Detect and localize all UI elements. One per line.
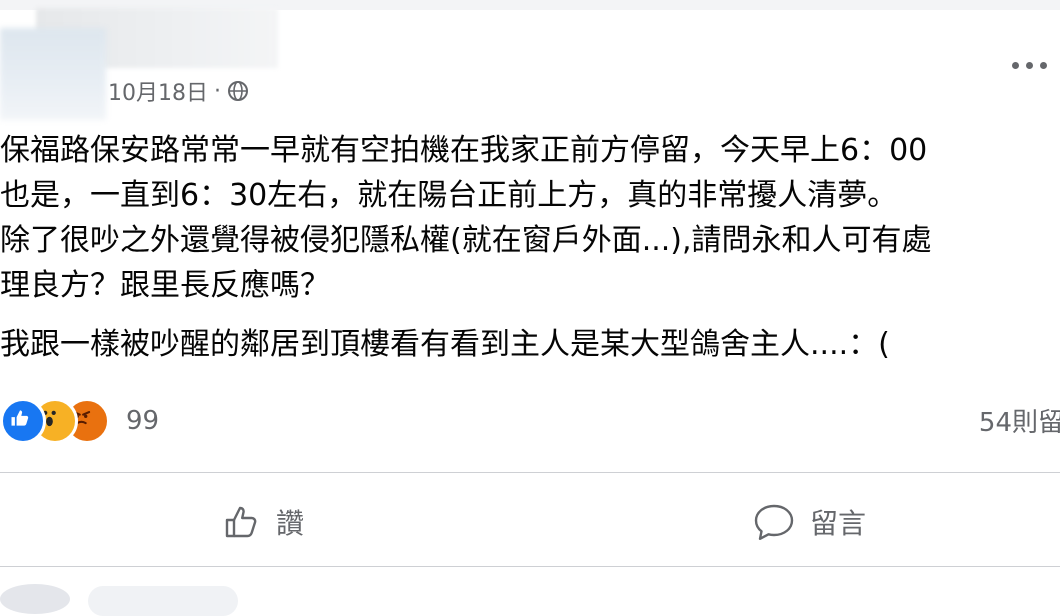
like-label: 讚 xyxy=(276,507,305,540)
divider-top xyxy=(0,472,1060,473)
thumbs-up-icon xyxy=(225,506,257,538)
reaction-count[interactable]: 99 xyxy=(126,406,159,436)
speech-bubble-icon xyxy=(754,504,794,540)
more-options-icon[interactable] xyxy=(1012,50,1060,80)
post-body: 保福路保安路常常一早就有空拍機在我家正前方停留，今天早上6：00 也是，一直到6… xyxy=(0,128,1060,367)
post-line: 我跟一樣被吵醒的鄰居到頂樓看有看到主人是某大型鴿舍主人....：( xyxy=(0,327,890,362)
like-reaction-icon xyxy=(0,398,46,444)
post-line: 除了很吵之外還覺得被侵犯隱私權(就在窗戶外面...),請問永和人可有處 xyxy=(0,223,932,258)
like-button[interactable]: 讚 xyxy=(222,492,304,552)
post-line: 保福路保安路常常一早就有空拍機在我家正前方停留，今天早上6：00 xyxy=(0,133,928,168)
blurred-avatar[interactable] xyxy=(0,28,106,120)
comment-label: 留言 xyxy=(810,507,867,540)
post-line: 理良方？跟里長反應嗎？ xyxy=(0,268,330,303)
reaction-summary[interactable]: 99 xyxy=(0,398,159,444)
comment-button[interactable]: 留言 xyxy=(752,492,866,552)
divider-bottom xyxy=(0,566,1060,567)
public-globe-icon[interactable] xyxy=(227,80,249,102)
post-line: 也是，一直到6：30左右，就在陽台正前上方，真的非常擾人清夢。 xyxy=(0,178,898,213)
comment-preview-pill[interactable] xyxy=(88,586,238,616)
meta-separator: · xyxy=(214,78,221,104)
comment-count-link[interactable]: 54則留言 xyxy=(979,402,1060,439)
post-meta: 10月18日 · xyxy=(108,76,249,106)
commenter-avatar[interactable] xyxy=(0,584,70,614)
post-date[interactable]: 10月18日 xyxy=(108,75,208,107)
